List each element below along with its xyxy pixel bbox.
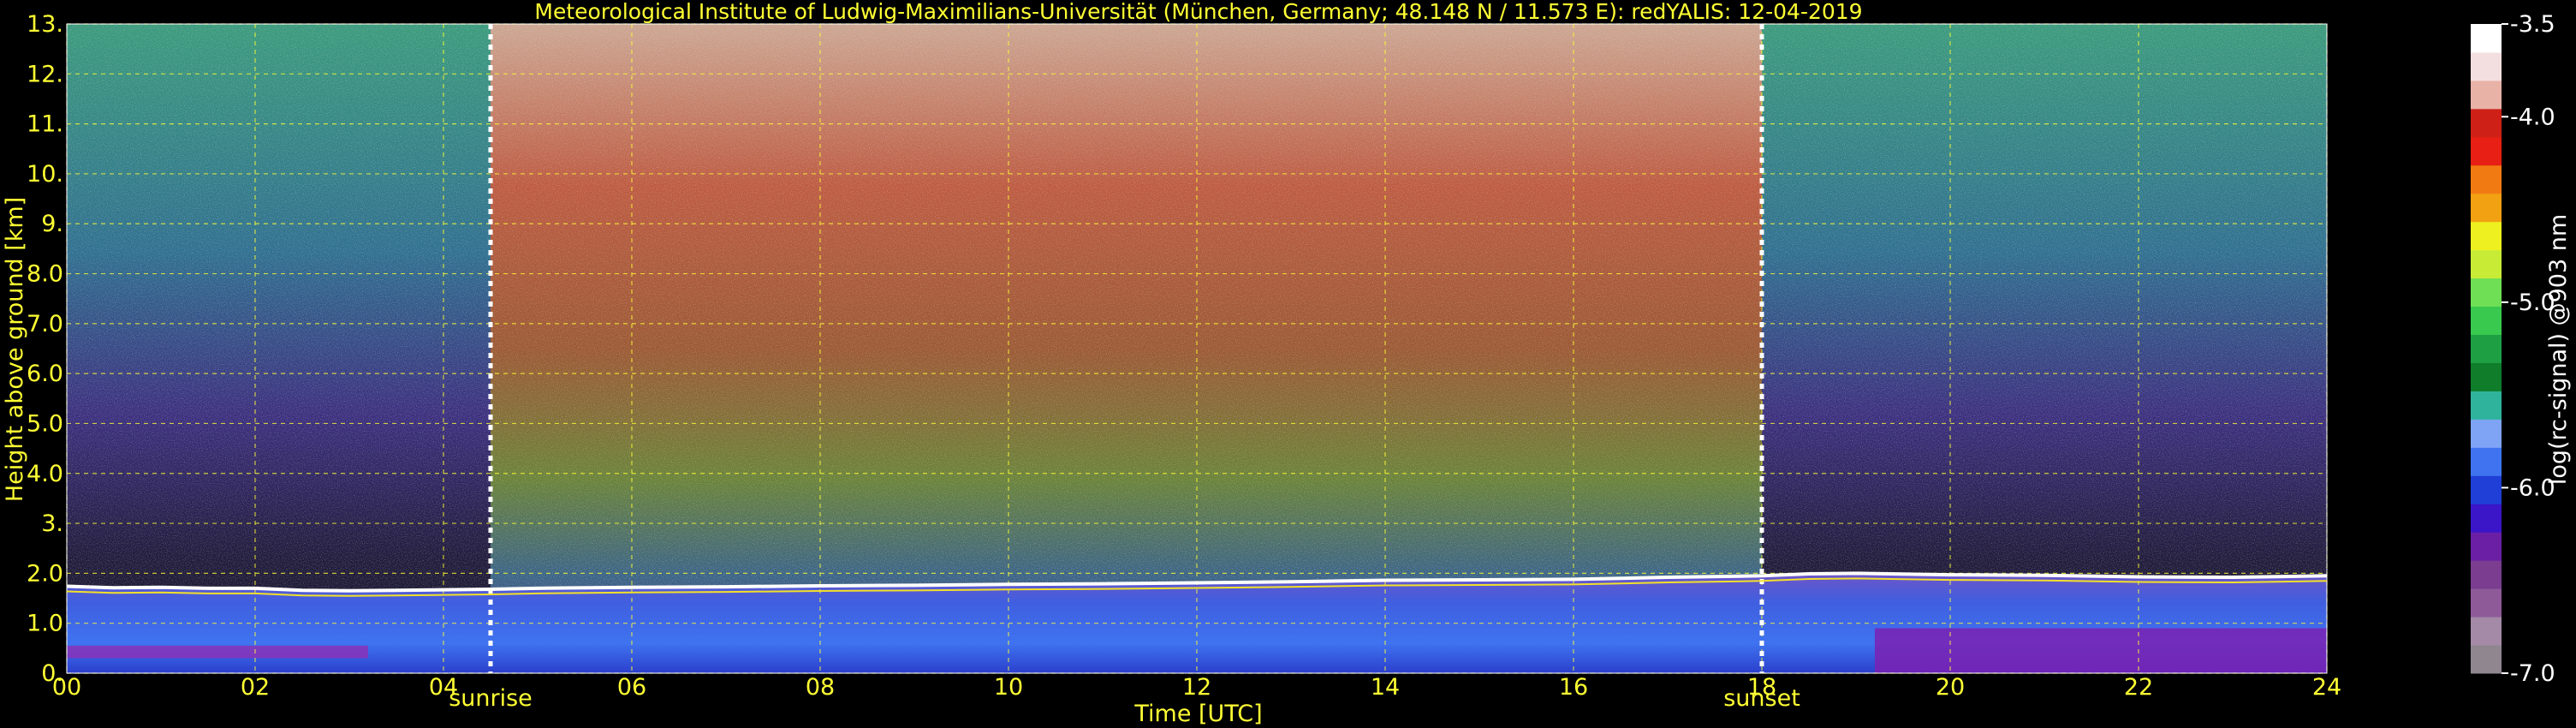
- colorbar-segment: [2471, 447, 2502, 476]
- lidar-chart: sunrise sunset 00 02 04 06 08 10 12 14 16 18 20 22 24…: [2, 0, 2572, 727]
- y-tick-label: 9.: [41, 211, 63, 237]
- early-aerosol-band: [67, 645, 368, 659]
- x-tick-label: 06: [617, 674, 646, 701]
- x-tick-label: 18: [1747, 674, 1776, 701]
- colorbar-segment: [2471, 560, 2502, 589]
- x-tick-label: 12: [1182, 674, 1211, 701]
- colorbar-segment: [2471, 249, 2502, 279]
- colorbar-segment: [2471, 362, 2502, 391]
- y-tick-label: 3.: [41, 510, 63, 537]
- y-tick-label: 13.: [27, 11, 63, 38]
- chart-title: Meteorological Institute of Ludwig-Maxim…: [534, 0, 1862, 24]
- colorbar-label: log(rc-signal) @903 nm: [2545, 214, 2572, 485]
- x-axis-label: Time [UTC]: [1133, 701, 1262, 727]
- colorbar-segment: [2471, 221, 2502, 251]
- x-tick-label: 14: [1371, 674, 1400, 701]
- colorbar-segment: [2471, 193, 2502, 223]
- colorbar-tick-label: -3.5: [2510, 11, 2555, 38]
- sun-label: sunrise: [449, 685, 532, 712]
- colorbar-segment: [2471, 588, 2502, 618]
- x-tick-label: 22: [2124, 674, 2153, 701]
- colorbar-segment: [2471, 277, 2502, 307]
- colorbar-segment: [2471, 136, 2502, 166]
- y-axis-label: Height above ground [km]: [2, 197, 28, 502]
- y-tick-label: 11.: [27, 111, 63, 138]
- y-tick-label: 6.0: [27, 361, 63, 387]
- y-tick-label: 0.: [41, 660, 63, 687]
- y-tick-label: 2.0: [27, 560, 63, 587]
- x-tick-label: 08: [806, 674, 835, 701]
- colorbar-segment: [2471, 164, 2502, 194]
- colorbar-segment: [2471, 334, 2502, 363]
- y-tick-label: 1.0: [27, 611, 63, 637]
- colorbar-segment: [2471, 617, 2502, 646]
- colorbar-segment: [2471, 645, 2502, 674]
- lower-aerosol-band: [1875, 628, 2327, 673]
- x-tick-label: 24: [2312, 674, 2341, 701]
- x-tick-label: 20: [1936, 674, 1965, 701]
- x-tick-label: 02: [241, 674, 270, 701]
- colorbar-segment: [2471, 504, 2502, 533]
- y-tick-label: 8.0: [27, 261, 63, 288]
- colorbar-segment: [2471, 391, 2502, 420]
- colorbar-segment: [2471, 475, 2502, 504]
- colorbar-tick-label: -4.0: [2510, 104, 2555, 130]
- colorbar-segment: [2471, 532, 2502, 561]
- y-tick-label: 5.0: [27, 410, 63, 437]
- y-tick-label: 4.0: [27, 461, 63, 487]
- colorbar-segment: [2471, 306, 2502, 336]
- colorbar-segment: [2471, 24, 2502, 53]
- colorbar-segment: [2471, 108, 2502, 138]
- colorbar-segment: [2471, 419, 2502, 448]
- x-tick-label: 10: [994, 674, 1023, 701]
- y-tick-label: 7.0: [27, 311, 63, 337]
- x-tick-label: 16: [1559, 674, 1588, 701]
- x-tick-label: 04: [429, 674, 458, 701]
- colorbar-segment: [2471, 80, 2502, 110]
- colorbar: -3.5-4.0-5.0-6.0-7.0: [2471, 11, 2555, 687]
- y-tick-label: 10.: [27, 161, 63, 188]
- y-tick-label: 12.: [27, 61, 63, 87]
- colorbar-segment: [2471, 51, 2502, 81]
- colorbar-tick-label: -7.0: [2510, 660, 2555, 687]
